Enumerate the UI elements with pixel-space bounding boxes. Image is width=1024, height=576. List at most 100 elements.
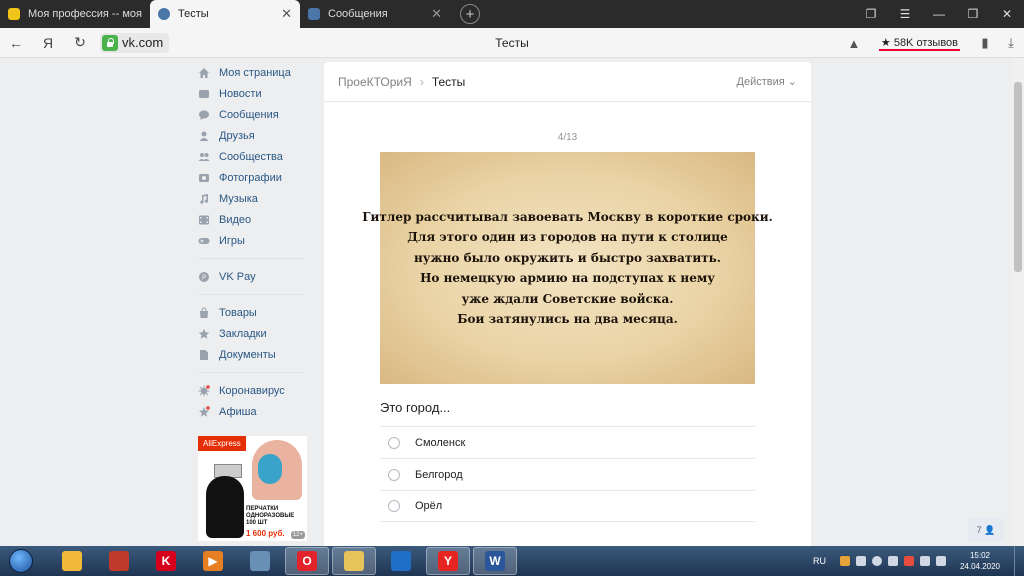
tray-icon[interactable] (839, 556, 850, 566)
reload-icon[interactable]: ↻ (64, 34, 96, 51)
image-text-line: Гитлер рассчитывал завоевать Москву в ко… (362, 209, 773, 224)
browser-tab-tests[interactable]: Тесты ✕ (150, 0, 300, 28)
radio-button[interactable] (388, 500, 400, 512)
menu-icon[interactable]: ☰ (888, 7, 922, 21)
left-menu-label: Музыка (219, 192, 258, 205)
left-menu-item[interactable]: Видео (198, 209, 310, 230)
answer-option-label: Белгород (415, 468, 463, 481)
tray-icon[interactable] (903, 556, 914, 566)
yandex-logo-icon[interactable]: Я (32, 35, 64, 51)
answer-option[interactable]: Белгород (380, 458, 755, 490)
system-tray: RU 15:02 24.04.2020 (813, 546, 1024, 576)
image-text-line: Но немецкую армию на подступах к нему (420, 271, 715, 285)
radio-button[interactable] (388, 436, 400, 449)
left-menu-label: Фотографии (219, 171, 282, 184)
reviews-badge[interactable]: ★ 58K отзывов (878, 36, 960, 51)
extension-icon[interactable]: ▲ (841, 36, 867, 51)
breadcrumb-parent[interactable]: ПроеКТОриЯ (338, 75, 412, 89)
browser-tab-professiya[interactable]: Моя профессия -- моя ис (0, 0, 150, 28)
volume-icon[interactable] (935, 556, 946, 566)
taskbar-app-button[interactable]: Y (426, 547, 470, 575)
left-menu-item[interactable]: Закладки (198, 323, 310, 344)
address-bar-actions: ▲ ★ 58K отзывов ▮ ⤓ (841, 28, 1024, 58)
close-tab-icon[interactable]: ✕ (281, 6, 292, 22)
answer-option[interactable]: Орёл (380, 490, 755, 522)
network-tray-icon[interactable] (919, 556, 930, 566)
taskbar-app-button[interactable]: O (285, 547, 329, 575)
left-menu-item[interactable]: Коронавирус (198, 380, 310, 401)
left-menu-item[interactable]: Друзья (198, 125, 310, 146)
actions-dropdown[interactable]: Действия ⌄ (737, 75, 797, 88)
taskbar-app-button[interactable]: K (144, 547, 188, 575)
left-menu-item[interactable]: Новости (198, 83, 310, 104)
documents-icon (198, 349, 210, 361)
menu-divider (198, 372, 304, 373)
image-text-line: уже ждали Советские войска. (461, 291, 674, 306)
left-menu-item[interactable]: P VK Pay (198, 266, 310, 287)
archive-icon (109, 551, 129, 571)
answer-option-label: Смоленск (415, 436, 466, 449)
taskbar-app-button[interactable] (50, 547, 94, 575)
chat-counter-button[interactable]: 7 👤 (968, 518, 1004, 542)
url-field[interactable]: vk.com (100, 32, 170, 53)
left-menu-item[interactable]: Афиша (198, 401, 310, 422)
tab-list-icon[interactable]: ❐ (854, 7, 888, 21)
test-card: ПроеКТОриЯ › Тесты Действия ⌄ 4/13 Гитле… (324, 62, 811, 552)
left-menu-label: Друзья (219, 129, 255, 142)
left-menu-item[interactable]: Фотографии (198, 167, 310, 188)
ad-brand-label: AliExpress (198, 436, 246, 451)
close-window-icon[interactable]: ✕ (990, 7, 1024, 21)
tray-icon[interactable] (871, 556, 882, 566)
language-indicator[interactable]: RU (813, 556, 826, 566)
ad-text-line: 100 ШТ (246, 520, 268, 526)
taskbar-app-button[interactable] (97, 547, 141, 575)
ad-glove-image (206, 476, 244, 538)
browser-tab-strip: Моя профессия -- моя ис Тесты ✕ Сообщени… (0, 0, 1024, 28)
taskbar-app-button[interactable]: ▶ (191, 547, 235, 575)
new-tab-button[interactable]: + (460, 4, 480, 24)
tray-icon[interactable] (887, 556, 898, 566)
left-menu-item[interactable]: Товары (198, 302, 310, 323)
left-menu-label: Новости (219, 87, 262, 100)
minimize-icon[interactable]: — (922, 7, 956, 21)
afisha-icon (198, 405, 210, 418)
taskbar-app-button[interactable] (238, 547, 282, 575)
left-menu-item[interactable]: Моя страница (198, 62, 310, 83)
download-icon[interactable]: ⤓ (998, 35, 1024, 51)
page-scrollbar[interactable] (1012, 58, 1024, 546)
left-menu-item[interactable]: Сообщества (198, 146, 310, 167)
tray-icon[interactable] (855, 556, 866, 566)
radio-button[interactable] (388, 468, 400, 481)
start-button[interactable] (6, 547, 36, 575)
taskbar-app-button[interactable] (332, 547, 376, 575)
left-menu-item[interactable]: Музыка (198, 188, 310, 209)
taskbar-app-button[interactable]: W (473, 547, 517, 575)
question-counter: 4/13 (557, 132, 578, 143)
browser-tab-messages[interactable]: Сообщения ✕ (300, 0, 450, 28)
left-menu-item[interactable]: Документы (198, 344, 310, 365)
show-desktop-button[interactable] (1014, 546, 1024, 576)
close-tab-icon[interactable]: ✕ (431, 6, 442, 22)
tab-title: Сообщения (328, 8, 388, 20)
taskbar-app-button[interactable] (379, 547, 423, 575)
left-menu-label: Закладки (219, 327, 267, 340)
scrollbar-thumb[interactable] (1014, 82, 1022, 272)
menu-divider (198, 294, 304, 295)
news-icon (198, 88, 210, 100)
answer-option[interactable]: Смоленск (380, 426, 755, 458)
clock[interactable]: 15:02 24.04.2020 (960, 550, 1000, 572)
tab-title: Моя профессия -- моя ис (28, 8, 142, 20)
answer-options: Смоленск Белгород Орёл (380, 426, 755, 522)
yandex-browser-icon: Y (438, 551, 458, 571)
word-icon: W (485, 551, 505, 571)
back-icon[interactable]: ← (0, 35, 32, 51)
left-menu-item[interactable]: Сообщения (198, 104, 310, 125)
groups-icon (198, 151, 210, 163)
left-menu-item[interactable]: Игры (198, 230, 310, 251)
bookmark-icon[interactable]: ▮ (972, 35, 998, 51)
tab-favicon-icon (158, 8, 170, 20)
video-icon (198, 214, 210, 226)
aliexpress-ad[interactable]: AliExpress ПЕРЧАТКИ ОДНОРАЗОВЫЕ 100 ШТ 1 600… (198, 436, 307, 541)
left-menu-label: Коронавирус (219, 384, 285, 397)
restore-icon[interactable]: ❒ (956, 7, 990, 21)
